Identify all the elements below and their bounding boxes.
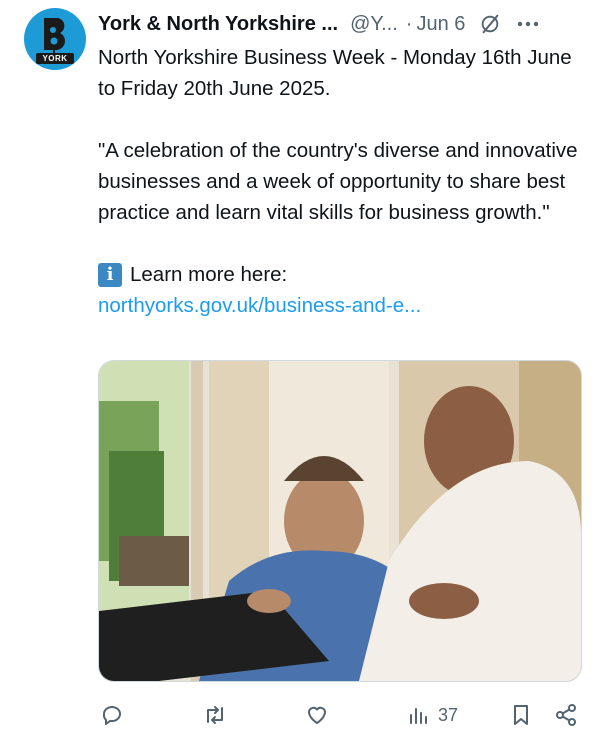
tweet-text: North Yorkshire Business Week - Monday 1… <box>98 42 588 321</box>
views-icon <box>410 708 427 724</box>
share-button[interactable] <box>554 700 578 730</box>
like-icon <box>308 706 326 724</box>
tweet-image[interactable] <box>98 360 582 682</box>
tweet-header: York & North Yorkshire ... @Y... · Jun 6 <box>98 10 588 38</box>
tweet-link[interactable]: northyorks.gov.uk/business-and-e... <box>98 290 588 321</box>
views-button[interactable]: 37 <box>406 700 458 730</box>
share-icon <box>556 704 576 726</box>
more-options-icon[interactable] <box>517 20 539 28</box>
like-button[interactable] <box>304 700 330 730</box>
avatar[interactable]: YORK <box>24 8 86 70</box>
information-icon: i <box>98 262 122 287</box>
tweet-paragraph-1: North Yorkshire Business Week - Monday 1… <box>98 46 572 100</box>
bookmark-icon <box>514 705 528 725</box>
author-name[interactable]: York & North Yorkshire ... <box>98 13 338 36</box>
action-bar: 37 <box>98 700 588 730</box>
views-count: 37 <box>438 704 459 725</box>
learn-more-text: Learn more here: <box>130 263 288 286</box>
post-date[interactable]: Jun 6 <box>416 13 465 36</box>
tweet-paragraph-2: "A celebration of the country's diverse … <box>98 139 578 224</box>
separator-dot: · <box>405 12 413 35</box>
grok-icon[interactable] <box>479 13 501 35</box>
bookmark-button[interactable] <box>510 700 532 730</box>
retweet-icon <box>207 706 223 724</box>
reply-button[interactable] <box>100 700 124 730</box>
avatar-label: YORK <box>36 53 74 64</box>
reply-icon <box>102 706 121 725</box>
retweet-button[interactable] <box>202 700 228 730</box>
author-handle[interactable]: @Y... <box>350 13 398 36</box>
